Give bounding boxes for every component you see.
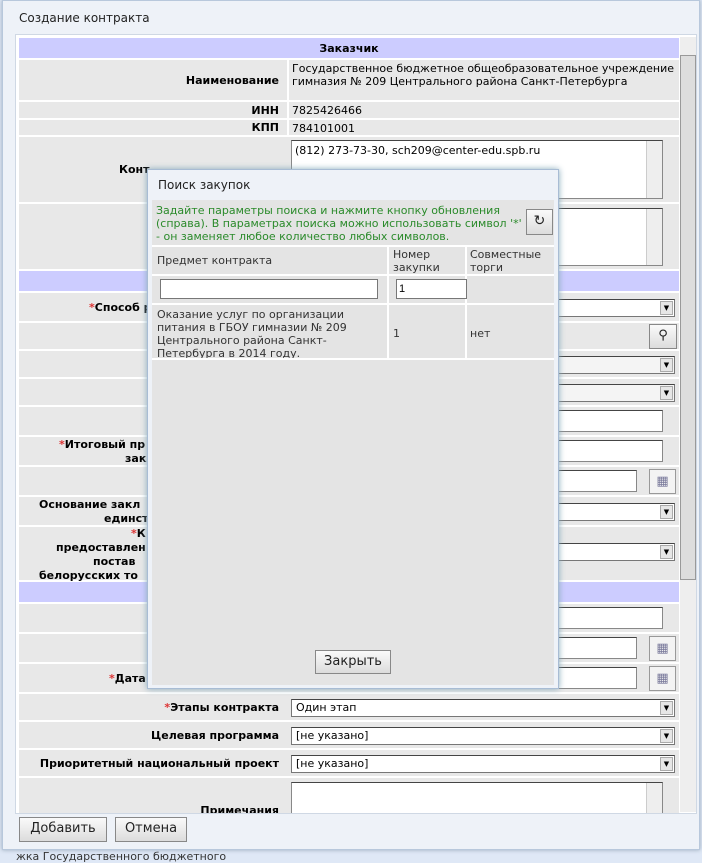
- result-joint[interactable]: нет: [470, 327, 490, 340]
- stages-select[interactable]: Один этап ▼: [291, 699, 675, 717]
- row-notes: Примечания: [19, 778, 679, 814]
- row-stages: *Этапы контракта Один этап ▼: [19, 694, 679, 722]
- project-select[interactable]: [не указано] ▼: [291, 755, 675, 773]
- refresh-icon: ↻: [533, 213, 546, 229]
- textarea-scrollbar[interactable]: [646, 209, 662, 265]
- name-label: Наименование: [185, 74, 279, 87]
- notes-label: Примечания: [200, 804, 279, 814]
- contact-text: (812) 273-73-30, sch209@center-edu.spb.r…: [295, 144, 541, 157]
- background-text: жка Государственного бюджетного: [16, 850, 227, 863]
- program-select[interactable]: [не указано] ▼: [291, 727, 675, 745]
- refresh-button[interactable]: ↻: [526, 209, 553, 235]
- form-scrollbar[interactable]: [680, 37, 696, 812]
- col-subject: Предмет контракта: [157, 254, 273, 267]
- project-label: Приоритетный национальный проект: [39, 757, 279, 770]
- scroll-thumb[interactable]: [680, 55, 696, 580]
- search-purchase-button[interactable]: ⚲: [649, 324, 677, 349]
- row-program: Целевая программа [не указано] ▼: [19, 722, 679, 750]
- purchase-search-dialog: Поиск закупок Задайте параметры поиска и…: [147, 169, 559, 689]
- row-inn: ИНН 7825426466: [19, 102, 679, 120]
- name-value: Государственное бюджетное общеобразовате…: [287, 60, 679, 100]
- kpp-label: КПП: [251, 121, 279, 134]
- inn-label: ИНН: [251, 104, 279, 117]
- inn-value: 7825426466: [287, 102, 679, 118]
- calendar-icon[interactable]: ▦: [649, 469, 676, 494]
- result-number[interactable]: 1: [393, 327, 400, 340]
- textarea-scrollbar[interactable]: [646, 141, 662, 198]
- result-subject[interactable]: Оказание услуг по организации питания в …: [157, 308, 383, 360]
- program-label: Целевая программа: [151, 729, 279, 742]
- close-button[interactable]: Закрыть: [315, 650, 391, 674]
- magnifier-icon: ⚲: [658, 328, 668, 343]
- calendar-icon[interactable]: ▦: [649, 636, 676, 661]
- cancel-button[interactable]: Отмена: [115, 817, 187, 842]
- col-number: Номер закупки: [393, 248, 440, 274]
- add-button[interactable]: Добавить: [19, 817, 107, 842]
- row-project: Приоритетный национальный проект [не указ…: [19, 750, 679, 778]
- col-joint: Совместные торги: [470, 248, 542, 274]
- kpp-value: 784101001: [287, 120, 679, 135]
- textarea-scrollbar[interactable]: [646, 783, 662, 813]
- row-kpp: КПП 784101001: [19, 120, 679, 137]
- row-name: Наименование Государственное бюджетное об…: [19, 60, 679, 102]
- popup-body: Задайте параметры поиска и нажмите кнопк…: [152, 200, 554, 685]
- notes-textarea[interactable]: [291, 782, 663, 813]
- stages-label: *Этапы контракта: [164, 701, 279, 714]
- calendar-icon[interactable]: ▦: [649, 666, 676, 691]
- number-filter-input[interactable]: [396, 279, 467, 299]
- popup-title: Поиск закупок: [158, 178, 251, 192]
- dialog-title: Создание контракта: [19, 11, 150, 25]
- section-customer: Заказчик: [19, 38, 679, 60]
- subject-filter-input[interactable]: [160, 279, 378, 299]
- search-hint: Задайте параметры поиска и нажмите кнопк…: [156, 204, 522, 243]
